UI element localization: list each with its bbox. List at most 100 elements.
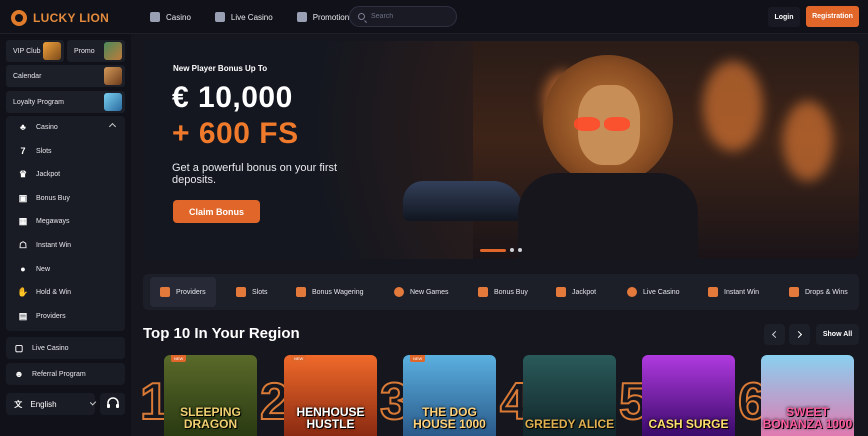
- category-slots[interactable]: Slots: [236, 274, 268, 310]
- hero-light: [783, 101, 833, 181]
- sidebar-item-label: Jackpot: [36, 170, 61, 178]
- search-icon: [358, 13, 365, 20]
- chevron-right-icon: [794, 330, 803, 339]
- sidebar-casino-section: ♣ Casino 7 Slots ♛ Jackpot ▣ Bonus Buy ▦…: [6, 116, 125, 331]
- category-label: Bonus Buy: [494, 288, 528, 296]
- hero-lion-image: [518, 55, 698, 259]
- chevron-left-icon: [771, 330, 780, 339]
- users-icon: ☻: [14, 369, 24, 379]
- category-live-casino[interactable]: Live Casino: [627, 274, 680, 310]
- chevron-down-icon: [89, 399, 97, 406]
- hero-car-image: [403, 181, 523, 221]
- search-box[interactable]: [349, 6, 457, 27]
- sidebar-item-slots[interactable]: 7 Slots: [6, 140, 125, 162]
- sidebar-live-casino-section: ▢ Live Casino: [6, 337, 125, 359]
- sidebar-item-label: Loyalty Program: [13, 98, 64, 106]
- category-new-games[interactable]: New Games: [394, 274, 449, 310]
- sidebar-item-bonus-buy[interactable]: ▣ Bonus Buy: [6, 187, 125, 209]
- rocket-icon: ☖: [18, 239, 28, 250]
- wagering-icon: [296, 287, 306, 297]
- sidebar-item-label: Bonus Buy: [36, 194, 70, 202]
- game-tile[interactable]: NEW HENHOUSE HUSTLE: [284, 355, 377, 436]
- sidebar-item-label: New: [36, 265, 51, 273]
- claim-bonus-button[interactable]: Claim Bonus: [173, 200, 260, 223]
- rocket-icon: [708, 287, 718, 297]
- category-label: Instant Win: [724, 288, 760, 296]
- game-title: HENHOUSE HUSTLE: [296, 405, 365, 431]
- topnav-label: Promotions: [312, 12, 354, 22]
- game-tag: NEW: [171, 355, 187, 362]
- sidebar-item-instant-win[interactable]: ☖ Instant Win: [6, 234, 125, 256]
- category-instant-win[interactable]: Instant Win: [708, 274, 759, 310]
- game-tag: NEW: [410, 355, 426, 362]
- sidebar-calendar[interactable]: Calendar: [6, 65, 125, 87]
- support-button[interactable]: [100, 393, 125, 415]
- game-tile[interactable]: NEW THE DOG HOUSE 1000: [403, 355, 496, 436]
- category-label: Bonus Wagering: [312, 288, 364, 296]
- show-all-button[interactable]: Show All: [816, 324, 859, 345]
- crown-icon: [556, 287, 566, 297]
- live-dealer-icon: [627, 287, 637, 297]
- carousel-dot[interactable]: [510, 248, 514, 252]
- sidebar-item-new[interactable]: ● New: [6, 258, 125, 280]
- brand-name: LUCKY LION: [33, 11, 110, 25]
- category-label: New Games: [410, 288, 449, 296]
- category-drops-and-wins[interactable]: Drops & Wins: [789, 274, 848, 310]
- topnav-live-casino[interactable]: Live Casino: [214, 12, 273, 22]
- topnav-casino[interactable]: Casino: [150, 12, 191, 22]
- hero-free-spins: + 600 FS: [172, 117, 299, 150]
- game-tile[interactable]: NEW SLEEPING DRAGON: [164, 355, 257, 436]
- top-nav: Casino Live Casino Promotions: [150, 0, 353, 34]
- promo-card-icon: [104, 42, 122, 60]
- topnav-promotions[interactable]: Promotions: [296, 12, 354, 22]
- sidebar-loyalty-program[interactable]: Loyalty Program: [6, 91, 125, 113]
- carousel-dot[interactable]: [518, 248, 522, 252]
- sidebar-item-label: Providers: [36, 312, 66, 320]
- category-bonus-buy[interactable]: Bonus Buy: [478, 274, 528, 310]
- sidebar-item-hold-and-win[interactable]: ✋ Hold & Win: [6, 281, 125, 303]
- diamond-icon: [104, 93, 122, 111]
- hero-banner[interactable]: New Player Bonus Up To € 10,000 + 600 FS…: [143, 41, 859, 259]
- carousel-dot-active[interactable]: [480, 248, 506, 252]
- gift-icon: [296, 12, 307, 22]
- live-dealer-icon: [214, 12, 225, 22]
- category-label: Slots: [252, 288, 268, 296]
- registration-button[interactable]: Registration: [806, 6, 859, 27]
- category-jackpot[interactable]: Jackpot: [556, 274, 596, 310]
- search-input[interactable]: [371, 13, 451, 20]
- sidebar-item-casino[interactable]: ♣ Casino: [6, 116, 125, 138]
- game-title: THE DOG HOUSE 1000: [413, 405, 486, 431]
- game-tile[interactable]: SWEET BONANZA 1000: [761, 355, 854, 436]
- carousel-dots: [480, 248, 522, 252]
- sidebar-item-jackpot[interactable]: ♛ Jackpot: [6, 163, 125, 185]
- login-button[interactable]: Login: [768, 7, 800, 27]
- game-tile[interactable]: CASH SURGE: [642, 355, 735, 436]
- headset-icon: [106, 397, 119, 408]
- category-providers[interactable]: Providers: [150, 277, 216, 307]
- language-selector[interactable]: 文 English: [6, 393, 97, 415]
- chevron-up-icon[interactable]: [108, 122, 117, 131]
- sidebar-promo[interactable]: Promo: [67, 40, 125, 62]
- sidebar-item-live-casino[interactable]: ▢ Live Casino: [6, 337, 125, 359]
- brand-logo[interactable]: LUCKY LION: [11, 10, 109, 26]
- sidebar: VIP Club Promo Calendar Loyalty Program …: [0, 34, 131, 436]
- crown-icon: [43, 42, 61, 60]
- sidebar-item-label: Promo: [74, 47, 95, 55]
- game-tile[interactable]: GREEDY ALICE: [523, 355, 616, 436]
- seven-icon: [236, 287, 246, 297]
- sidebar-item-providers[interactable]: ▤ Providers: [6, 305, 125, 327]
- carousel-prev-button[interactable]: [764, 324, 785, 345]
- category-label: Live Casino: [643, 288, 680, 296]
- sidebar-vip-club[interactable]: VIP Club: [6, 40, 64, 62]
- category-bar: Providers Slots Bonus Wagering New Games…: [143, 274, 859, 310]
- gift-box-icon: ▣: [18, 192, 28, 203]
- sidebar-item-label: Calendar: [13, 72, 42, 80]
- new-badge-icon: ●: [20, 264, 26, 274]
- category-bonus-wagering[interactable]: Bonus Wagering: [296, 274, 364, 310]
- sidebar-item-megaways[interactable]: ▦ Megaways: [6, 210, 125, 232]
- carousel-next-button[interactable]: [789, 324, 810, 345]
- game-tag: NEW: [291, 355, 307, 362]
- sidebar-referral-section: ☻ Referral Program: [6, 363, 125, 385]
- category-label: Providers: [176, 288, 206, 296]
- sidebar-item-referral-program[interactable]: ☻ Referral Program: [6, 363, 125, 385]
